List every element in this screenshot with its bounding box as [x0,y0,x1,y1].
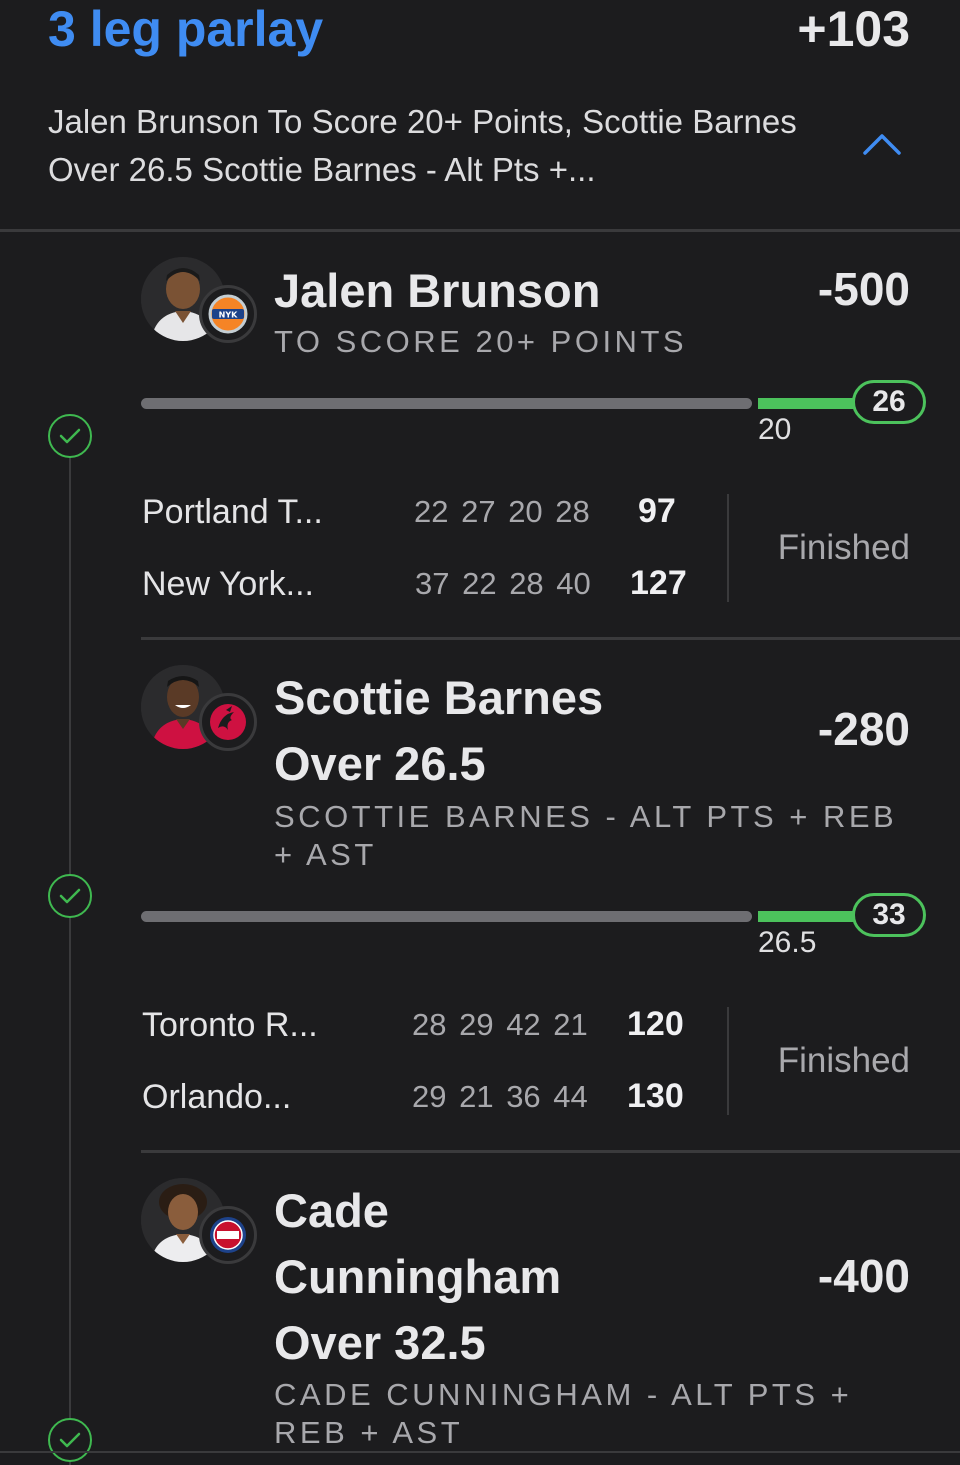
leg-odds: -500 [817,263,910,315]
bottom-divider [0,1451,960,1453]
market-label: TO SCORE 20+ POINTS [274,324,688,359]
raptors-logo [199,693,257,751]
team-total: 130 [627,1077,684,1115]
check-circle-icon [48,874,92,918]
quarter-scores: 37 22 28 40 [415,566,591,601]
header-divider [0,229,960,232]
game-status: Finished [777,1041,910,1080]
team-name: Portland T... [142,493,323,531]
check-circle-icon [48,414,92,458]
market-label: SCOTTIE BARNES - ALT PTS + REB + AST [274,799,898,872]
player-name: Jalen Brunson [274,264,601,317]
leg-odds: -400 [817,1250,910,1302]
parlay-title: 3 leg parlay [48,1,324,57]
team-name: Orlando... [142,1078,292,1116]
leg-divider [141,1150,960,1153]
score-divider [727,1007,729,1115]
player-name-line: Cade [274,1184,389,1237]
player-name-line: Cunningham [274,1250,562,1303]
threshold-label: 26.5 [758,926,817,959]
player-avatar-group [141,1178,259,1268]
score-divider [727,494,729,602]
quarter-scores: 22 27 20 28 [414,494,590,529]
progress-bar-track [141,398,752,409]
leg-odds: -280 [817,703,910,755]
player-avatar-group: NYK [141,257,259,347]
progress-bar-track [141,911,752,922]
svg-text:NYK: NYK [219,311,238,320]
quarter-scores: 28 29 42 21 [412,1007,588,1042]
quarter-scores: 29 21 36 44 [412,1079,588,1114]
team-total: 120 [627,1005,684,1043]
team-total: 97 [638,492,676,530]
player-name-line: Over 26.5 [274,737,486,790]
parlay-header[interactable]: 3 leg parlay +103 Jalen Brunson To Score… [0,0,960,230]
team-total: 127 [630,564,687,602]
team-name: New York... [142,565,314,603]
leg-divider [141,637,960,640]
threshold-label: 20 [758,413,792,446]
market-label: CADE CUNNINGHAM - ALT PTS + REB + AST [274,1377,853,1450]
parlay-description: Jalen Brunson To Score 20+ Points, Scott… [48,103,797,188]
check-circle-icon [48,1418,92,1462]
timeline-line [69,436,71,1465]
progress-bar-fill [758,398,858,409]
player-name-line: Over 32.5 [274,1316,486,1369]
stat-value-badge: 33 [852,893,926,937]
stat-value-badge: 26 [852,380,926,424]
player-avatar-group [141,665,259,755]
pistons-logo [199,1206,257,1264]
team-name: Toronto R... [142,1006,318,1044]
player-name-line: Scottie Barnes [274,671,604,724]
parlay-odds: +103 [797,1,910,57]
knicks-logo: NYK [199,285,257,343]
game-status: Finished [777,528,910,567]
chevron-up-icon[interactable] [862,132,902,156]
progress-bar-fill [758,911,858,922]
